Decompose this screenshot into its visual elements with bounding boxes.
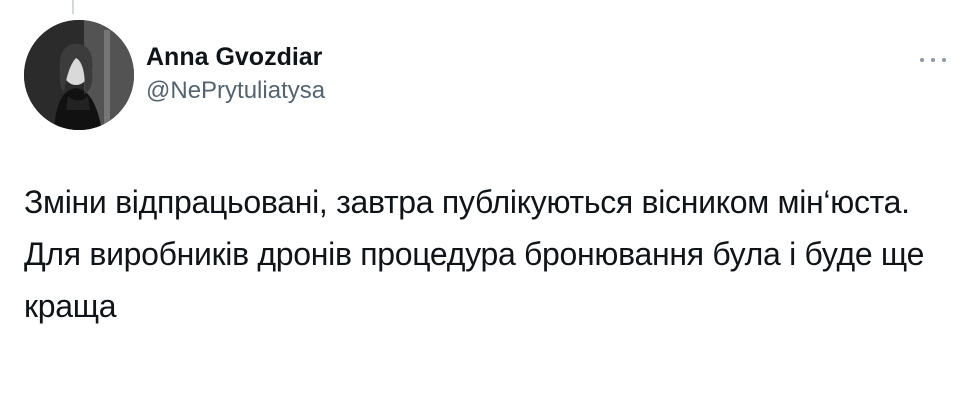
ellipsis-icon-dot [931, 58, 935, 62]
avatar[interactable] [24, 20, 134, 130]
author-display-name[interactable]: Anna Gvozdiar [146, 42, 325, 72]
ellipsis-icon [920, 58, 924, 62]
ellipsis-icon-dot [942, 58, 946, 62]
author-names: Anna Gvozdiar @NePrytuliatysa [146, 42, 325, 106]
tweet-text: Зміни відпрацьовані, завтра публікуються… [24, 176, 944, 332]
tweet-paragraph: Зміни відпрацьовані, завтра публікуються… [24, 184, 910, 220]
thread-connector-line [72, 0, 74, 14]
more-options-button[interactable] [920, 54, 946, 66]
tweet-header: Anna Gvozdiar @NePrytuliatysa [24, 20, 946, 132]
tweet-paragraph: Для виробників дронів процедура бронюван… [24, 236, 925, 324]
author-handle[interactable]: @NePrytuliatysa [146, 76, 325, 106]
avatar-photo-icon [24, 20, 134, 130]
